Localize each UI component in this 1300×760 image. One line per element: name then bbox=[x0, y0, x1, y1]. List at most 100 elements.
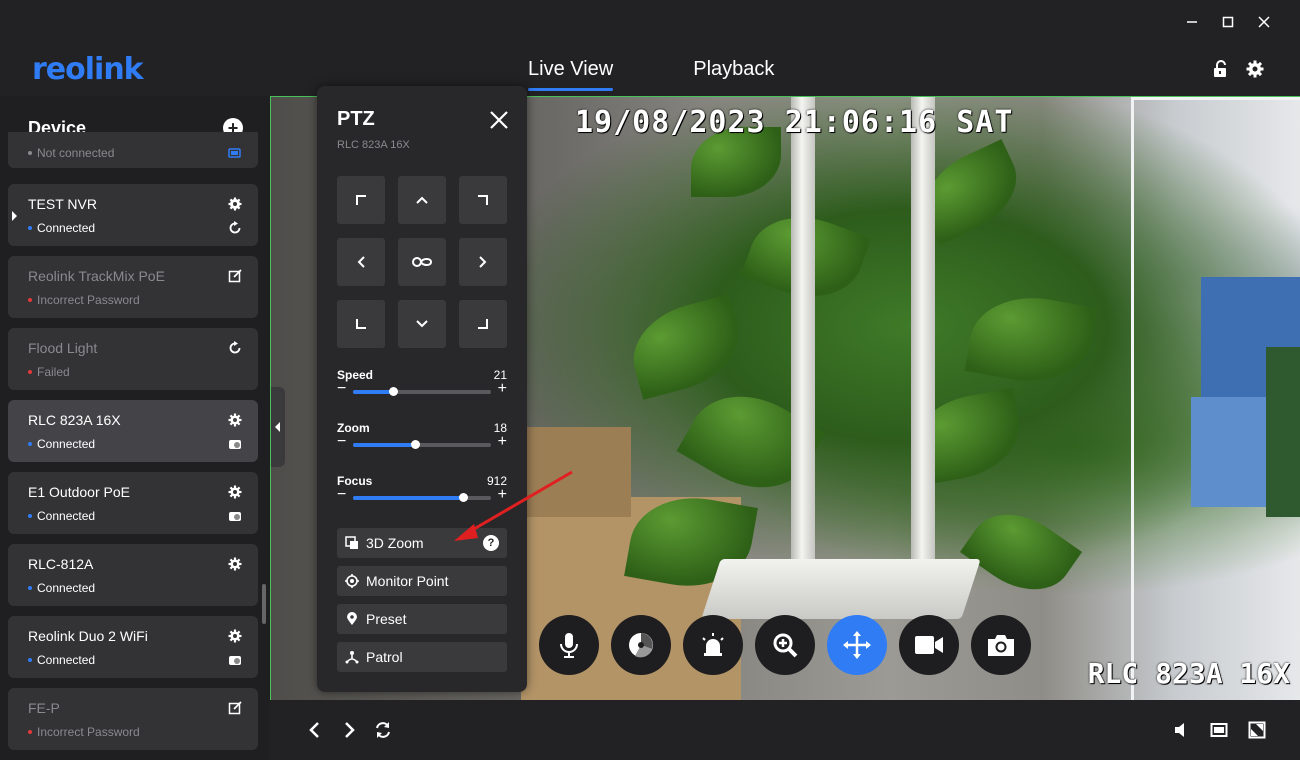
device-status-text: Connected bbox=[37, 221, 96, 235]
slider-knob[interactable] bbox=[459, 493, 469, 502]
slider-knob[interactable] bbox=[389, 387, 399, 396]
camera-toggle-icon[interactable] bbox=[228, 653, 242, 667]
sidebar-scrollbar[interactable] bbox=[262, 584, 266, 624]
next-icon[interactable] bbox=[340, 721, 358, 739]
ptz-up-right-button[interactable] bbox=[459, 176, 507, 224]
record-button[interactable] bbox=[899, 615, 959, 675]
ptz-right-button[interactable] bbox=[459, 238, 507, 286]
device-card-duo2[interactable]: Reolink Duo 2 WiFi Connected bbox=[8, 616, 258, 678]
device-status-text: Incorrect Password bbox=[37, 293, 140, 307]
color-mode-button[interactable] bbox=[611, 615, 671, 675]
device-name: RLC-812A bbox=[28, 556, 94, 572]
arrow-down-right-icon bbox=[478, 319, 488, 329]
previous-icon[interactable] bbox=[306, 721, 324, 739]
patrol-label: Patrol bbox=[366, 649, 403, 665]
speed-decrease-button[interactable]: − bbox=[337, 380, 346, 398]
device-card[interactable]: Not connected bbox=[8, 132, 258, 168]
close-icon[interactable] bbox=[489, 110, 509, 130]
camera-toggle-icon[interactable] bbox=[228, 437, 242, 451]
device-card-rlc-823a[interactable]: RLC 823A 16X Connected bbox=[8, 400, 258, 462]
microphone-button[interactable] bbox=[539, 615, 599, 675]
slider-fill bbox=[353, 496, 464, 500]
slider-knob[interactable] bbox=[411, 440, 421, 449]
tab-playback[interactable]: Playback bbox=[693, 58, 774, 87]
edit-icon[interactable] bbox=[228, 269, 242, 283]
refresh-icon[interactable] bbox=[228, 221, 242, 235]
gear-icon[interactable] bbox=[228, 629, 242, 643]
tab-live-view[interactable]: Live View bbox=[528, 58, 614, 91]
cardboard-box bbox=[511, 427, 631, 517]
color-wheel-icon bbox=[629, 633, 653, 658]
slider-fill bbox=[353, 390, 394, 394]
gear-icon[interactable] bbox=[228, 485, 242, 499]
speed-slider[interactable] bbox=[353, 387, 491, 396]
volume-icon[interactable] bbox=[1172, 721, 1190, 739]
sync-icon[interactable] bbox=[374, 721, 392, 739]
edit-icon[interactable] bbox=[228, 701, 242, 715]
window-icon[interactable] bbox=[1210, 721, 1228, 739]
focus-decrease-button[interactable]: − bbox=[337, 486, 346, 504]
preset-button[interactable]: Preset bbox=[337, 604, 507, 634]
expand-arrow-icon[interactable] bbox=[12, 211, 17, 221]
ptz-left-button[interactable] bbox=[337, 238, 385, 286]
help-icon[interactable]: ? bbox=[483, 535, 499, 551]
device-card-test-nvr[interactable]: TEST NVR Connected bbox=[8, 184, 258, 246]
ptz-down-left-button[interactable] bbox=[337, 300, 385, 348]
ptz-auto-button[interactable] bbox=[398, 238, 446, 286]
focus-increase-button[interactable]: + bbox=[498, 486, 507, 504]
record-icon bbox=[915, 636, 943, 654]
maximize-icon[interactable] bbox=[1220, 12, 1236, 32]
arrow-up-left-icon bbox=[356, 195, 366, 205]
device-card-rlc-812a[interactable]: RLC-812A Connected bbox=[8, 544, 258, 606]
device-card-flood-light[interactable]: Flood Light Failed bbox=[8, 328, 258, 390]
chevron-left-icon bbox=[357, 256, 365, 268]
ptz-button[interactable] bbox=[827, 615, 887, 675]
refresh-icon[interactable] bbox=[228, 341, 242, 355]
camera-toggle-icon[interactable] bbox=[228, 509, 242, 523]
white-pipe bbox=[911, 97, 935, 597]
battery-icon bbox=[228, 148, 241, 158]
status-dot bbox=[28, 730, 32, 734]
device-card-fe-p[interactable]: FE-P Incorrect Password bbox=[8, 688, 258, 750]
gear-icon[interactable] bbox=[1246, 60, 1264, 78]
digital-zoom-button[interactable] bbox=[755, 615, 815, 675]
focus-slider[interactable] bbox=[353, 493, 491, 502]
device-card-trackmix[interactable]: Reolink TrackMix PoE Incorrect Password bbox=[8, 256, 258, 318]
device-card-e1-outdoor[interactable]: E1 Outdoor PoE Connected bbox=[8, 472, 258, 534]
collapse-sidebar-button[interactable] bbox=[271, 387, 285, 467]
zoom-slider[interactable] bbox=[353, 440, 491, 449]
status-dot bbox=[28, 442, 32, 446]
unlock-icon[interactable] bbox=[1212, 60, 1230, 78]
ptz-up-button[interactable] bbox=[398, 176, 446, 224]
gear-icon[interactable] bbox=[228, 413, 242, 427]
device-status: Not connected bbox=[28, 146, 114, 160]
ptz-down-button[interactable] bbox=[398, 300, 446, 348]
gear-icon[interactable] bbox=[228, 197, 242, 211]
patrol-button[interactable]: Patrol bbox=[337, 642, 507, 672]
close-icon[interactable] bbox=[1256, 12, 1272, 32]
device-status: Connected bbox=[28, 509, 95, 523]
device-status-text: Connected bbox=[37, 653, 96, 667]
fullscreen-icon[interactable] bbox=[1248, 721, 1266, 739]
location-pin-icon bbox=[347, 612, 357, 625]
osd-camera-name: RLC 823A 16X bbox=[1087, 657, 1290, 690]
siren-button[interactable] bbox=[683, 615, 743, 675]
arrow-down-left-icon bbox=[356, 319, 366, 329]
osd-datetime: 19/08/2023 21:06:16 SAT bbox=[575, 105, 1014, 140]
speed-increase-button[interactable]: + bbox=[498, 380, 507, 398]
zoom-decrease-button[interactable]: − bbox=[337, 433, 346, 451]
3d-zoom-button[interactable]: 3D Zoom ? bbox=[337, 528, 507, 558]
chevron-right-icon bbox=[479, 256, 487, 268]
minimize-icon[interactable] bbox=[1184, 12, 1200, 32]
device-name: Reolink Duo 2 WiFi bbox=[28, 628, 148, 644]
gear-icon[interactable] bbox=[228, 557, 242, 571]
ptz-down-right-button[interactable] bbox=[459, 300, 507, 348]
3d-zoom-icon bbox=[345, 536, 358, 549]
preset-label: Preset bbox=[366, 611, 407, 627]
ptz-up-left-button[interactable] bbox=[337, 176, 385, 224]
monitor-point-button[interactable]: Monitor Point bbox=[337, 566, 507, 596]
device-name: E1 Outdoor PoE bbox=[28, 484, 130, 500]
zoom-increase-button[interactable]: + bbox=[498, 433, 507, 451]
snapshot-button[interactable] bbox=[971, 615, 1031, 675]
ptz-direction-pad bbox=[337, 176, 507, 348]
